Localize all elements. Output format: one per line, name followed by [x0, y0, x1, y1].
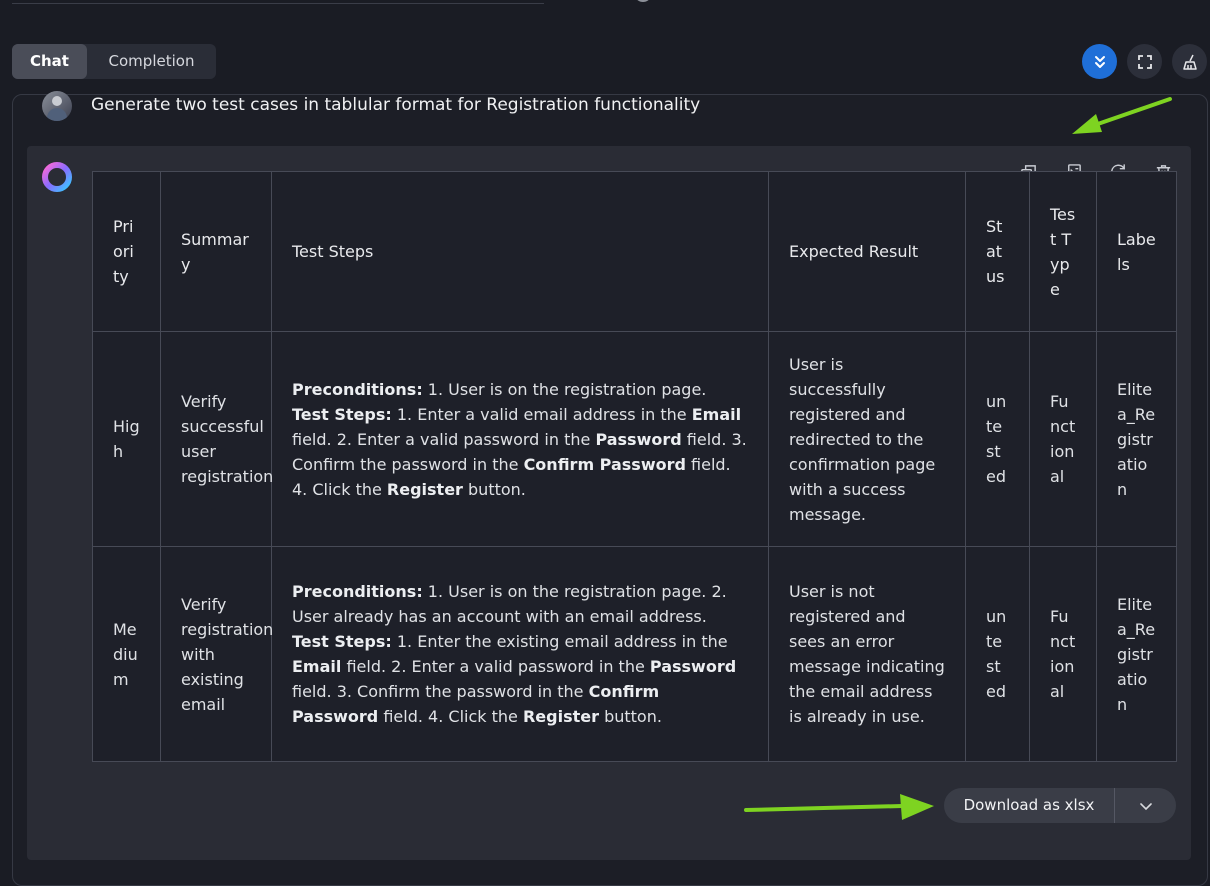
- broom-icon: [1182, 54, 1197, 70]
- cell-expected-result: User is successfully registered and redi…: [768, 331, 966, 547]
- fullscreen-icon: [1137, 54, 1152, 69]
- top-divider: [12, 0, 544, 4]
- download-options-dropdown[interactable]: [1115, 788, 1176, 823]
- cell-labels: Elitea_Registration: [1096, 331, 1177, 547]
- cell-status: untested: [965, 546, 1030, 762]
- cell-status: untested: [965, 331, 1030, 547]
- top-indicator: [636, 0, 650, 2]
- download-split-button: Download as xlsx: [944, 788, 1176, 823]
- header-test-type: Test Type: [1029, 171, 1097, 332]
- scroll-to-bottom-button[interactable]: [1082, 44, 1117, 79]
- cell-test-steps: Preconditions: 1. User is on the registr…: [271, 546, 769, 762]
- cell-summary: Verify registration with existing email: [160, 546, 273, 762]
- cell-test-type: Functional: [1029, 331, 1097, 547]
- tab-completion[interactable]: Completion: [87, 44, 216, 79]
- tab-chat[interactable]: Chat: [12, 44, 87, 79]
- header-test-steps: Test Steps: [271, 171, 769, 332]
- assistant-logo-icon: [42, 162, 72, 192]
- chevron-down-icon: [1139, 802, 1152, 810]
- cell-summary: Verify successful user registration: [160, 331, 273, 547]
- double-chevron-down-icon: [1094, 55, 1105, 68]
- cell-test-steps: Preconditions: 1. User is on the registr…: [271, 331, 769, 547]
- header-expected-result: Expected Result: [768, 171, 966, 332]
- cell-expected-result: User is not registered and sees an error…: [768, 546, 966, 762]
- download-xlsx-button[interactable]: Download as xlsx: [944, 788, 1115, 823]
- test-cases-table: Priority Summary Test Steps Expected Res…: [92, 171, 1177, 762]
- header-priority: Priority: [92, 171, 161, 332]
- header-labels: Labels: [1096, 171, 1177, 332]
- table-row: High Verify successful user registration…: [92, 331, 1177, 547]
- table-header-row: Priority Summary Test Steps Expected Res…: [92, 171, 1177, 332]
- cell-priority: Medium: [92, 546, 161, 762]
- header-summary: Summary: [160, 171, 272, 332]
- clear-chat-button[interactable]: [1172, 44, 1207, 79]
- fullscreen-button[interactable]: [1127, 44, 1162, 79]
- mode-tabs: Chat Completion: [12, 44, 216, 79]
- cell-test-type: Functional: [1029, 546, 1097, 762]
- user-avatar: [42, 91, 72, 121]
- cell-priority: High: [92, 331, 161, 547]
- user-prompt: Generate two test cases in tablular form…: [91, 95, 701, 115]
- header-status: Status: [965, 171, 1030, 332]
- table-row: Medium Verify registration with existing…: [92, 546, 1177, 762]
- cell-labels: Elitea_Registration: [1096, 546, 1177, 762]
